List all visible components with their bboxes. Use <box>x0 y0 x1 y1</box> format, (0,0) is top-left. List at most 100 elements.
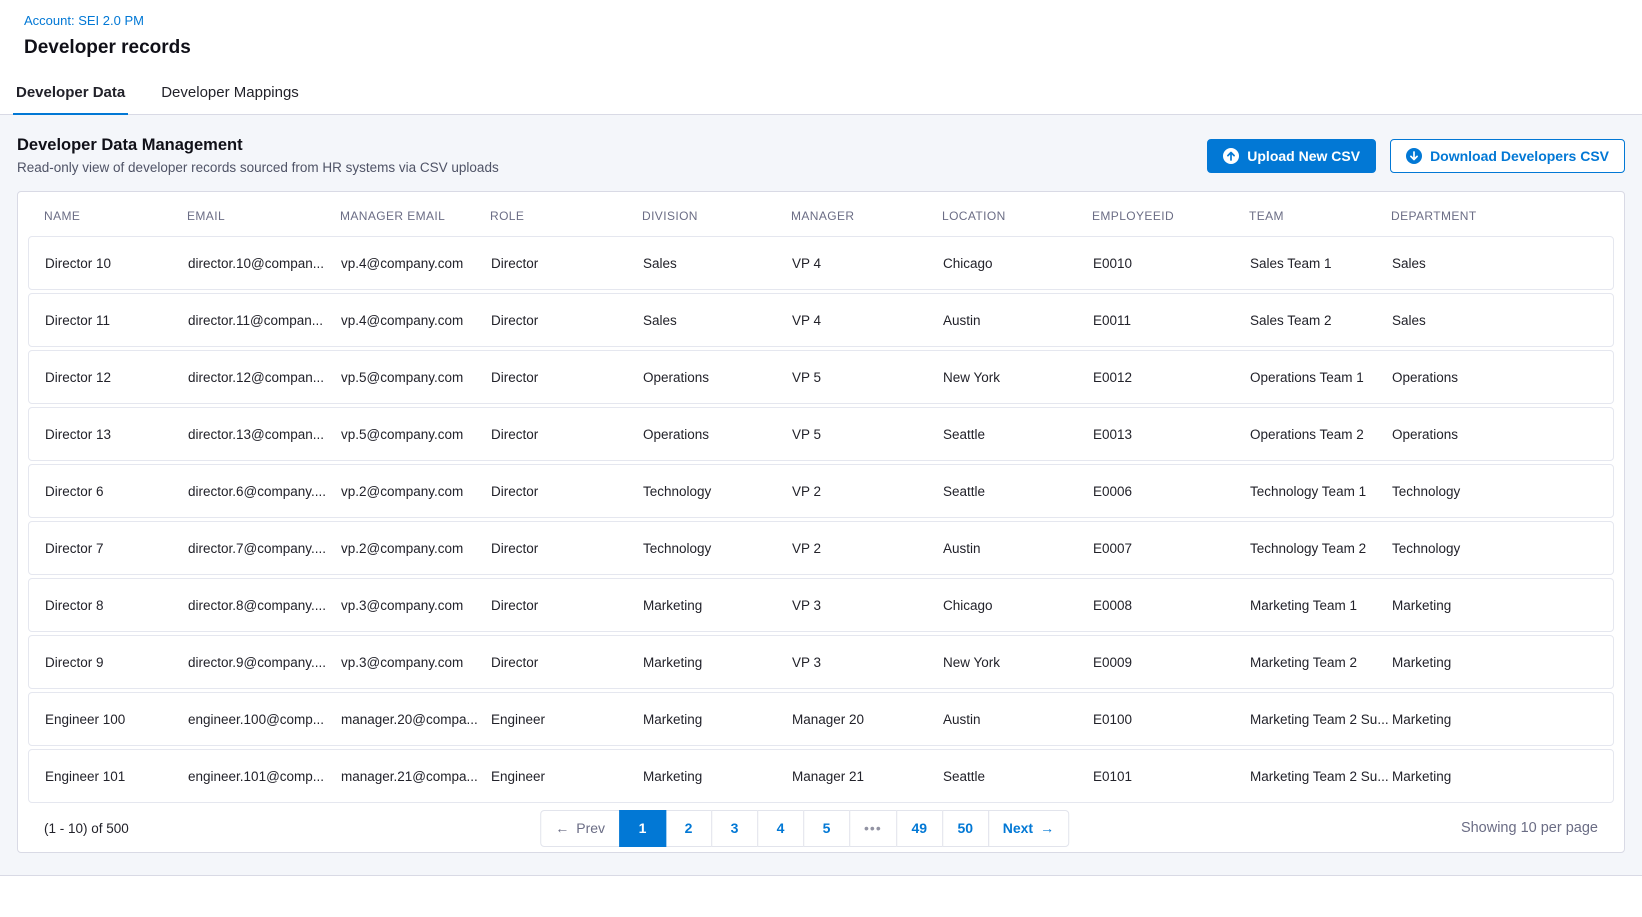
cell-team: Marketing Team 2 <box>1250 655 1392 670</box>
page-button-4-label: 4 <box>777 820 785 836</box>
column-header-employeeid: EMPLOYEEID <box>1092 209 1249 223</box>
cell-role: Director <box>491 655 643 670</box>
page-button-5-label: 5 <box>823 820 831 836</box>
page-button-4[interactable]: 4 <box>757 810 804 847</box>
table-body: Director 10director.10@compan...vp.4@com… <box>18 236 1624 808</box>
cell-employeeid: E0010 <box>1093 256 1250 271</box>
cell-email: director.6@company.... <box>188 484 341 499</box>
table-row[interactable]: Director 6director.6@company....vp.2@com… <box>28 464 1614 518</box>
upload-new-csv-button[interactable]: Upload New CSV <box>1207 139 1376 173</box>
cell-manager-email: vp.3@company.com <box>341 655 491 670</box>
cell-role: Engineer <box>491 769 643 784</box>
table-row[interactable]: Director 7director.7@company....vp.2@com… <box>28 521 1614 575</box>
cell-email: director.11@compan... <box>188 313 341 328</box>
column-header-email: EMAIL <box>187 209 340 223</box>
column-header-division: DIVISION <box>642 209 791 223</box>
cell-location: New York <box>943 655 1093 670</box>
cell-manager-email: vp.4@company.com <box>341 313 491 328</box>
cell-manager-email: vp.5@company.com <box>341 427 491 442</box>
cell-email: director.8@company.... <box>188 598 341 613</box>
account-breadcrumb-link[interactable]: Account: SEI 2.0 PM <box>24 13 144 28</box>
column-header-manager-email: MANAGER EMAIL <box>340 209 490 223</box>
cell-email: director.7@company.... <box>188 541 341 556</box>
cell-team: Marketing Team 1 <box>1250 598 1392 613</box>
page-button-3-label: 3 <box>731 820 739 836</box>
cell-employeeid: E0012 <box>1093 370 1250 385</box>
cell-location: Chicago <box>943 598 1093 613</box>
table-row[interactable]: Director 12director.12@compan...vp.5@com… <box>28 350 1614 404</box>
page-button-50[interactable]: 50 <box>942 810 989 847</box>
cell-division: Marketing <box>643 712 792 727</box>
cell-location: Austin <box>943 712 1093 727</box>
cell-division: Marketing <box>643 598 792 613</box>
cell-manager-email: vp.2@company.com <box>341 541 491 556</box>
cell-employeeid: E0009 <box>1093 655 1250 670</box>
cell-role: Director <box>491 541 643 556</box>
cell-team: Operations Team 2 <box>1250 427 1392 442</box>
cell-manager: VP 5 <box>792 427 943 442</box>
prev-page-button[interactable]: ←Prev <box>540 810 620 847</box>
cell-role: Director <box>491 313 643 328</box>
cell-email: director.9@company.... <box>188 655 341 670</box>
cell-department: Marketing <box>1392 598 1597 613</box>
cell-team: Technology Team 1 <box>1250 484 1392 499</box>
tab-developer-data[interactable]: Developer Data <box>13 69 128 115</box>
download-developers-csv-button[interactable]: Download Developers CSV <box>1390 139 1625 173</box>
page-button-1[interactable]: 1 <box>619 810 666 847</box>
page-button-3[interactable]: 3 <box>711 810 758 847</box>
page-header: Account: SEI 2.0 PM Developer records <box>0 0 1642 69</box>
cell-location: Austin <box>943 313 1093 328</box>
page-button-49[interactable]: 49 <box>896 810 943 847</box>
cell-location: New York <box>943 370 1093 385</box>
next-page-button[interactable]: Next→ <box>988 810 1069 847</box>
table-row[interactable]: Director 11director.11@compan...vp.4@com… <box>28 293 1614 347</box>
tab-developer-mappings[interactable]: Developer Mappings <box>158 69 302 115</box>
cell-employeeid: E0006 <box>1093 484 1250 499</box>
cell-employeeid: E0007 <box>1093 541 1250 556</box>
section-titles: Developer Data Management Read-only view… <box>17 136 499 175</box>
page-button-2[interactable]: 2 <box>665 810 712 847</box>
upload-button-label: Upload New CSV <box>1247 148 1360 164</box>
cell-department: Operations <box>1392 427 1597 442</box>
download-button-label: Download Developers CSV <box>1430 148 1609 164</box>
cell-email: director.13@compan... <box>188 427 341 442</box>
cell-department: Marketing <box>1392 712 1597 727</box>
cell-location: Austin <box>943 541 1093 556</box>
cell-manager: VP 4 <box>792 313 943 328</box>
table-row[interactable]: Director 9director.9@company....vp.3@com… <box>28 635 1614 689</box>
cell-division: Technology <box>643 541 792 556</box>
page-ellipsis: ••• <box>849 810 897 847</box>
cell-employeeid: E0100 <box>1093 712 1250 727</box>
cell-location: Chicago <box>943 256 1093 271</box>
table-row[interactable]: Engineer 100engineer.100@comp...manager.… <box>28 692 1614 746</box>
column-header-manager: MANAGER <box>791 209 942 223</box>
cell-manager: VP 2 <box>792 484 943 499</box>
table-row[interactable]: Director 8director.8@company....vp.3@com… <box>28 578 1614 632</box>
cell-location: Seattle <box>943 769 1093 784</box>
cell-name: Director 6 <box>45 484 188 499</box>
arrow-right-icon: → <box>1040 820 1054 836</box>
cell-team: Technology Team 2 <box>1250 541 1392 556</box>
cell-employeeid: E0008 <box>1093 598 1250 613</box>
cell-manager: VP 3 <box>792 655 943 670</box>
table-row[interactable]: Director 10director.10@compan...vp.4@com… <box>28 236 1614 290</box>
download-icon <box>1406 148 1422 164</box>
cell-employeeid: E0011 <box>1093 313 1250 328</box>
table-row[interactable]: Engineer 101engineer.101@comp...manager.… <box>28 749 1614 803</box>
cell-team: Sales Team 2 <box>1250 313 1392 328</box>
cell-email: engineer.100@comp... <box>188 712 341 727</box>
cell-role: Director <box>491 484 643 499</box>
cell-role: Engineer <box>491 712 643 727</box>
arrow-left-icon: ← <box>555 820 569 836</box>
cell-role: Director <box>491 256 643 271</box>
main-content: Developer Data Management Read-only view… <box>0 115 1642 876</box>
cell-division: Marketing <box>643 769 792 784</box>
table-header-row: NAMEEMAILMANAGER EMAILROLEDIVISIONMANAGE… <box>18 192 1624 236</box>
page-button-49-label: 49 <box>911 820 927 836</box>
cell-division: Operations <box>643 427 792 442</box>
cell-manager-email: manager.20@compa... <box>341 712 491 727</box>
cell-name: Engineer 100 <box>45 712 188 727</box>
table-row[interactable]: Director 13director.13@compan...vp.5@com… <box>28 407 1614 461</box>
cell-manager-email: vp.5@company.com <box>341 370 491 385</box>
page-button-5[interactable]: 5 <box>803 810 850 847</box>
